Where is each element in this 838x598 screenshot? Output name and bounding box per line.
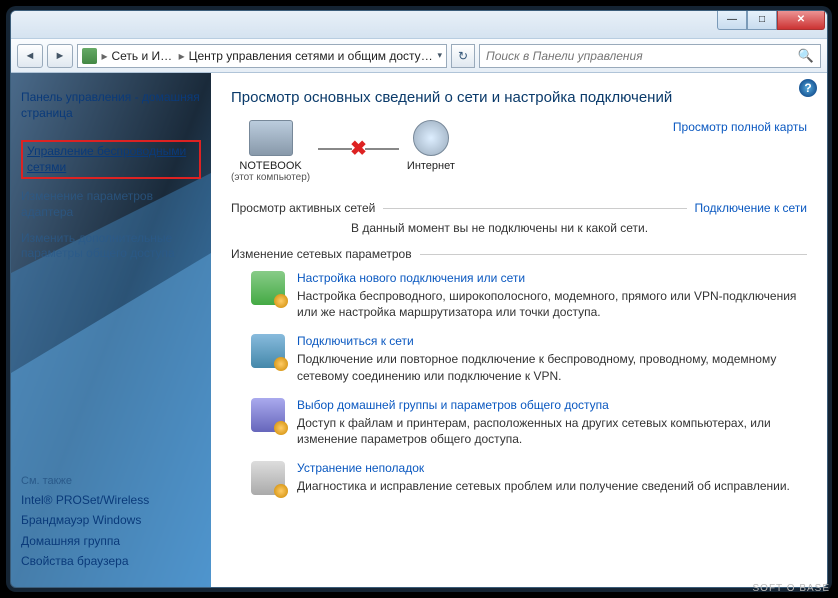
active-networks-message: В данный момент вы не подключены ни к ка… bbox=[231, 221, 807, 235]
node-label: Интернет bbox=[407, 160, 455, 172]
task-link[interactable]: Настройка нового подключения или сети bbox=[297, 271, 807, 285]
task-description: Подключение или повторное подключение к … bbox=[297, 351, 807, 383]
computer-icon bbox=[249, 120, 293, 156]
globe-icon bbox=[413, 120, 449, 156]
connect-to-network-link[interactable]: Подключение к сети bbox=[695, 201, 807, 215]
breadcrumb[interactable]: ▸ Сеть и Ин... ▸ Центр управления сетями… bbox=[77, 44, 447, 68]
see-also-header: См. также bbox=[21, 475, 201, 487]
node-this-computer[interactable]: NOTEBOOK (этот компьютер) bbox=[231, 120, 310, 183]
change-settings-header: Изменение сетевых параметров bbox=[231, 247, 807, 261]
search-icon[interactable]: 🔍 bbox=[798, 48, 814, 64]
chevron-right-icon: ▸ bbox=[101, 49, 107, 63]
see-also-browser[interactable]: Свойства браузера bbox=[21, 554, 201, 570]
close-button[interactable]: ✕ bbox=[777, 10, 825, 30]
task-description: Настройка беспроводного, широкополосного… bbox=[297, 288, 807, 320]
main-content: ? Просмотр основных сведений о сети и на… bbox=[211, 73, 827, 587]
forward-button[interactable]: ► bbox=[47, 44, 73, 68]
task-connect: Подключиться к сети Подключение или повт… bbox=[251, 334, 807, 383]
network-map: NOTEBOOK (этот компьютер) ✖ Интернет Про… bbox=[231, 120, 807, 183]
node-label: NOTEBOOK bbox=[231, 160, 310, 172]
control-panel-home-link[interactable]: Панель управления - домашняя страница bbox=[21, 90, 201, 121]
node-internet[interactable]: Интернет bbox=[407, 120, 455, 172]
task-description: Доступ к файлам и принтерам, расположенн… bbox=[297, 415, 807, 447]
see-also-section: См. также Intel® PROSet/Wireless Брандма… bbox=[21, 475, 201, 575]
refresh-button[interactable]: ↻ bbox=[451, 44, 475, 68]
chevron-right-icon: ▸ bbox=[179, 49, 185, 63]
breadcrumb-root[interactable]: Сеть и Ин... bbox=[111, 49, 174, 63]
minimize-button[interactable]: — bbox=[717, 10, 747, 30]
connection-line: ✖ bbox=[318, 136, 399, 161]
connect-icon bbox=[251, 334, 285, 368]
search-box[interactable]: 🔍 bbox=[479, 44, 821, 68]
breadcrumb-current[interactable]: Центр управления сетями и общим доступом bbox=[189, 49, 434, 63]
titlebar: — □ ✕ bbox=[11, 11, 827, 39]
window-buttons: — □ ✕ bbox=[717, 10, 825, 30]
troubleshoot-icon bbox=[251, 461, 285, 495]
watermark: SOFT O BASE bbox=[753, 583, 831, 594]
page-title: Просмотр основных сведений о сети и наст… bbox=[231, 89, 807, 106]
see-also-intel[interactable]: Intel® PROSet/Wireless bbox=[21, 493, 201, 509]
sidebar-item-wireless[interactable]: Управление беспроводными сетями bbox=[21, 140, 201, 179]
network-icon bbox=[82, 48, 97, 64]
homegroup-icon bbox=[251, 398, 285, 432]
task-description: Диагностика и исправление сетевых пробле… bbox=[297, 478, 790, 494]
task-link[interactable]: Подключиться к сети bbox=[297, 334, 807, 348]
node-sublabel: (этот компьютер) bbox=[231, 172, 310, 183]
sidebar: Панель управления - домашняя страница Уп… bbox=[11, 73, 211, 587]
help-icon[interactable]: ? bbox=[799, 79, 817, 97]
navigation-bar: ◄ ► ▸ Сеть и Ин... ▸ Центр управления се… bbox=[11, 39, 827, 73]
back-button[interactable]: ◄ bbox=[17, 44, 43, 68]
chevron-down-icon[interactable]: ▾ bbox=[437, 50, 442, 61]
full-map-link[interactable]: Просмотр полной карты bbox=[673, 120, 807, 134]
task-link[interactable]: Устранение неполадок bbox=[297, 461, 790, 475]
new-connection-icon bbox=[251, 271, 285, 305]
task-new-connection: Настройка нового подключения или сети На… bbox=[251, 271, 807, 320]
body: Панель управления - домашняя страница Уп… bbox=[11, 73, 827, 587]
task-homegroup: Выбор домашней группы и параметров общег… bbox=[251, 398, 807, 447]
task-link[interactable]: Выбор домашней группы и параметров общег… bbox=[297, 398, 807, 412]
task-troubleshoot: Устранение неполадок Диагностика и испра… bbox=[251, 461, 807, 495]
maximize-button[interactable]: □ bbox=[747, 10, 777, 30]
see-also-firewall[interactable]: Брандмауэр Windows bbox=[21, 513, 201, 529]
search-input[interactable] bbox=[486, 49, 798, 63]
sidebar-item-adapter[interactable]: Изменение параметров адаптера bbox=[21, 189, 201, 220]
active-networks-header: Просмотр активных сетей Подключение к се… bbox=[231, 201, 807, 215]
see-also-homegroup[interactable]: Домашняя группа bbox=[21, 534, 201, 550]
control-panel-window: — □ ✕ ◄ ► ▸ Сеть и Ин... ▸ Центр управле… bbox=[10, 10, 828, 588]
sidebar-item-sharing[interactable]: Изменить дополнительные параметры общего… bbox=[21, 231, 201, 262]
